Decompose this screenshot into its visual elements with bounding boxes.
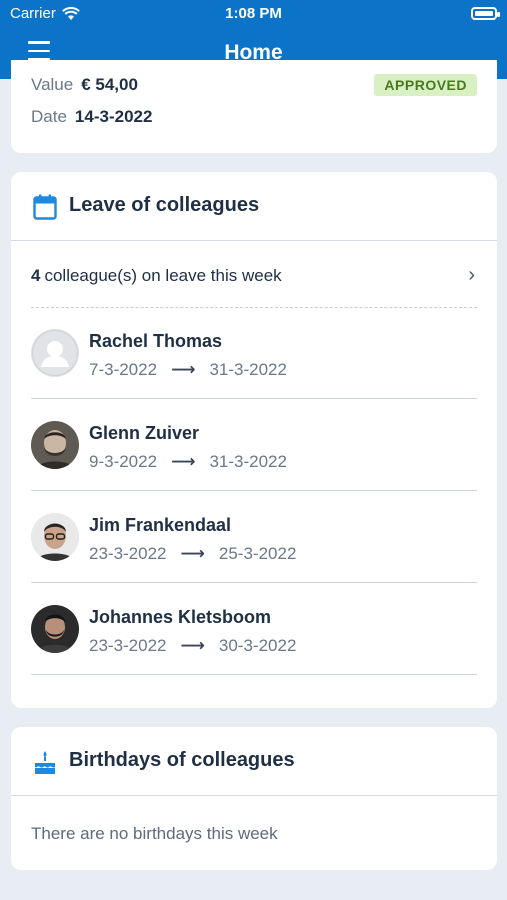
leave-dates: 23-3-2022 ⟶ 30-3-2022 <box>89 636 296 656</box>
expense-value-label: Value <box>31 75 74 94</box>
arrow-right-icon: ⟶ <box>171 360 196 379</box>
colleague-name: Jim Frankendaal <box>89 515 232 535</box>
avatar-placeholder <box>31 329 79 377</box>
leave-dates: 7-3-2022 ⟶ 31-3-2022 <box>89 360 287 380</box>
birthdays-card-header: Birthdays of colleagues <box>11 727 497 796</box>
birthdays-card-title: Birthdays of colleagues <box>69 749 295 771</box>
avatar <box>31 513 79 561</box>
avatar <box>31 605 79 653</box>
calendar-icon <box>33 194 57 220</box>
arrow-right-icon: ⟶ <box>171 452 196 471</box>
list-item[interactable]: Jim Frankendaal 23-3-2022 ⟶ 25-3-2022 <box>31 491 477 583</box>
leave-count: 4 <box>31 266 41 285</box>
leave-summary-text: colleague(s) on leave this week <box>44 266 282 285</box>
colleague-name: Glenn Zuiver <box>89 423 200 443</box>
arrow-right-icon: ⟶ <box>180 544 205 563</box>
status-time: 1:08 PM <box>225 5 282 22</box>
chevron-right-icon: › <box>468 264 475 286</box>
battery-icon <box>471 7 500 20</box>
status-bar: Carrier 1:08 PM <box>0 5 507 25</box>
colleague-name: Rachel Thomas <box>89 331 223 351</box>
leave-to: 30-3-2022 <box>218 636 297 655</box>
leave-summary-link[interactable]: 4 colleague(s) on leave this week › <box>31 264 477 308</box>
colleague-name: Johannes Kletsboom <box>89 607 272 627</box>
leave-card: Leave of colleagues 4 colleague(s) on lea… <box>11 172 497 708</box>
leave-from: 23-3-2022 <box>89 544 167 563</box>
leave-dates: 23-3-2022 ⟶ 25-3-2022 <box>89 544 296 564</box>
arrow-right-icon: ⟶ <box>180 636 205 655</box>
leave-card-title: Leave of colleagues <box>69 194 260 216</box>
leave-from: 23-3-2022 <box>89 636 167 655</box>
expense-date: 14-3-2022 <box>74 107 153 126</box>
expense-date-row: Date 14-3-2022 <box>31 107 152 127</box>
birthdays-card: Birthdays of colleagues There are no bir… <box>11 727 497 870</box>
leave-dates: 9-3-2022 ⟶ 31-3-2022 <box>89 452 287 472</box>
list-item[interactable]: Rachel Thomas 7-3-2022 ⟶ 31-3-2022 <box>31 307 477 399</box>
list-item[interactable]: Johannes Kletsboom 23-3-2022 ⟶ 30-3-2022 <box>31 583 477 675</box>
leave-to: 25-3-2022 <box>218 544 297 563</box>
leave-from: 9-3-2022 <box>89 452 158 471</box>
empty-state-text: There are no birthdays this week <box>31 824 278 843</box>
status-badge: APPROVED <box>374 74 477 96</box>
expense-card[interactable]: Value € 54,00 APPROVED Date 14-3-2022 <box>11 60 497 153</box>
birthday-cake-icon <box>35 751 55 774</box>
expense-value-row: Value € 54,00 <box>31 75 138 95</box>
list-item[interactable]: Glenn Zuiver 9-3-2022 ⟶ 31-3-2022 <box>31 399 477 491</box>
avatar <box>31 421 79 469</box>
leave-from: 7-3-2022 <box>89 360 158 379</box>
expense-value: € 54,00 <box>81 75 138 94</box>
leave-card-header: Leave of colleagues <box>11 172 497 241</box>
expense-date-label: Date <box>31 107 67 126</box>
leave-to: 31-3-2022 <box>209 452 287 471</box>
leave-to: 31-3-2022 <box>209 360 287 379</box>
